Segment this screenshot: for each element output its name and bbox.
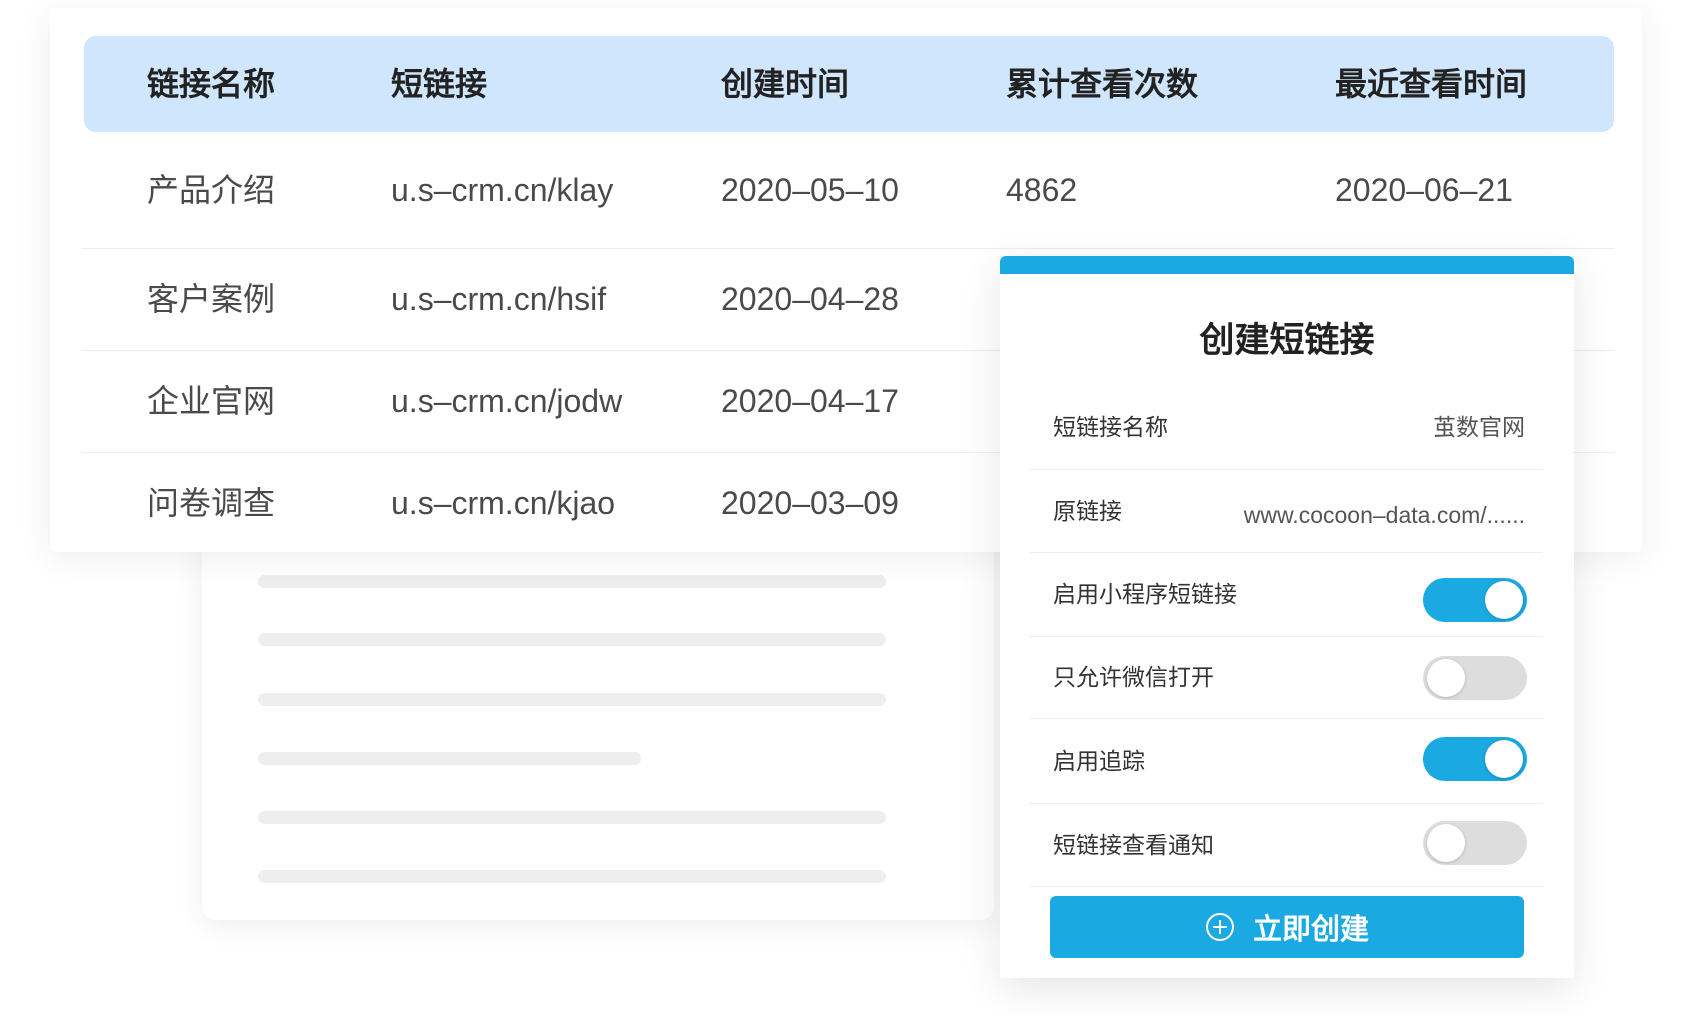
- cell-created-time: 2020–04–17: [721, 383, 899, 419]
- cell-link-name: 客户案例: [147, 281, 276, 317]
- column-header-total-views[interactable]: 累计查看次数: [1006, 36, 1198, 132]
- column-header-last-viewed[interactable]: 最近查看时间: [1335, 36, 1527, 132]
- create-now-button[interactable]: 立即创建: [1050, 896, 1524, 958]
- cell-short-link[interactable]: u.s–crm.cn/kjao: [391, 453, 615, 553]
- cell-short-link[interactable]: u.s–crm.cn/klay: [391, 132, 613, 248]
- toggle-label-mini-program: 启用小程序短链接: [1053, 581, 1237, 607]
- cell-total-views: 4862: [1006, 172, 1078, 208]
- toggle-row-wechat-only[interactable]: 只允许微信打开: [1029, 637, 1543, 719]
- cell-short-link[interactable]: u.s–crm.cn/jodw: [391, 351, 622, 452]
- toggle-view-notification[interactable]: [1423, 821, 1527, 865]
- table-header: 链接名称 短链接 创建时间 累计查看次数 最近查看时间: [84, 36, 1614, 132]
- short-link-name-label: 短链接名称: [1053, 414, 1168, 440]
- toggle-knob: [1485, 740, 1523, 778]
- column-header-short-link[interactable]: 短链接: [391, 36, 487, 132]
- cell-created-time: 2020–03–09: [721, 485, 899, 521]
- skeleton-line: [258, 870, 886, 883]
- toggle-label-view-notification: 短链接查看通知: [1053, 832, 1214, 858]
- table-row[interactable]: 产品介绍 u.s–crm.cn/klay 2020–05–10 4862 202…: [82, 132, 1614, 249]
- short-link-name-row[interactable]: 短链接名称 茧数官网: [1029, 385, 1543, 470]
- cell-link-name: 产品介绍: [147, 172, 276, 208]
- cell-short-link[interactable]: u.s–crm.cn/hsif: [391, 249, 606, 350]
- toggle-knob: [1485, 581, 1523, 619]
- cell-link-name: 企业官网: [147, 383, 276, 419]
- toggle-knob: [1427, 824, 1465, 862]
- short-link-name-value[interactable]: 茧数官网: [1433, 385, 1525, 469]
- cell-created-time: 2020–04–28: [721, 281, 899, 317]
- cell-last-viewed: 2020–06–21: [1335, 172, 1513, 208]
- original-link-label: 原链接: [1053, 498, 1122, 524]
- toggle-mini-program-short-link[interactable]: [1423, 578, 1527, 622]
- toggle-label-wechat-only: 只允许微信打开: [1053, 664, 1214, 690]
- create-now-button-label: 立即创建: [1252, 914, 1369, 946]
- skeleton-line: [258, 633, 886, 646]
- create-short-link-panel: 创建短链接 短链接名称 茧数官网 原链接 www.cocoon–data.com…: [1000, 256, 1574, 978]
- skeleton-line: [258, 693, 886, 706]
- circle-plus-icon: [1205, 912, 1235, 942]
- toggle-label-tracking: 启用追踪: [1053, 748, 1145, 774]
- column-header-link-name[interactable]: 链接名称: [147, 36, 275, 132]
- toggle-row-view-notification[interactable]: 短链接查看通知: [1029, 804, 1543, 887]
- original-link-value[interactable]: www.cocoon–data.com/......: [1244, 474, 1525, 556]
- toggle-knob: [1427, 659, 1465, 697]
- skeleton-line: [258, 752, 641, 765]
- background-placeholder-card: [202, 500, 994, 920]
- cell-created-time: 2020–05–10: [721, 172, 899, 208]
- column-header-created-time[interactable]: 创建时间: [721, 36, 849, 132]
- skeleton-line: [258, 575, 886, 588]
- cell-link-name: 问卷调查: [147, 485, 276, 521]
- original-link-row[interactable]: 原链接 www.cocoon–data.com/......: [1029, 470, 1543, 553]
- toggle-row-mini-program[interactable]: 启用小程序短链接: [1029, 553, 1543, 637]
- toggle-wechat-only[interactable]: [1423, 656, 1527, 700]
- toggle-tracking[interactable]: [1423, 737, 1527, 781]
- toggle-row-tracking[interactable]: 启用追踪: [1029, 719, 1543, 804]
- skeleton-line: [258, 811, 886, 824]
- panel-title: 创建短链接: [1199, 321, 1375, 360]
